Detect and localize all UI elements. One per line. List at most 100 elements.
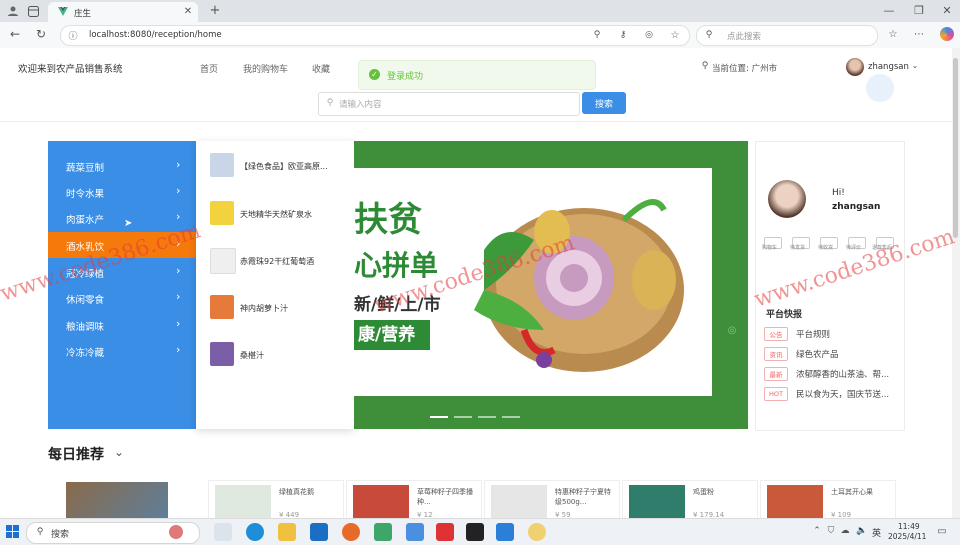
favorite-star-icon[interactable]: ☆ (669, 29, 681, 41)
app-icon[interactable] (374, 523, 392, 541)
nav-cart[interactable]: 我的购物车 (243, 62, 288, 75)
product-title: 特惠种籽子宁夏特级500g... (555, 488, 611, 506)
flyout-product[interactable]: 赤霞珠92干红葡萄酒 (210, 248, 350, 276)
category-item[interactable]: 冠冷绿植 › (48, 259, 196, 285)
key-icon[interactable]: ⚷ (617, 29, 629, 41)
intellij-idea-icon[interactable] (466, 523, 484, 541)
flyout-product[interactable]: 【绿色食品】欧亚高原... (210, 153, 350, 181)
chevron-right-icon: › (176, 290, 181, 303)
task-view-icon[interactable] (214, 523, 232, 541)
reload-icon[interactable]: ↻ (34, 27, 48, 41)
quick-label[interactable]: 待收货 (818, 244, 833, 251)
product-card[interactable]: 鸡蛋粉 ¥ 179.14 (622, 480, 758, 522)
windows-start-icon[interactable] (6, 525, 19, 541)
carousel-dot-active[interactable] (430, 416, 448, 418)
scrollbar-thumb[interactable] (953, 58, 958, 238)
chevron-down-icon[interactable]: ⌄ (112, 445, 126, 459)
notice-item[interactable]: 平台规则 (796, 328, 830, 340)
new-tab-icon[interactable]: + (208, 3, 222, 18)
network-tray-icon[interactable]: ☁ (840, 525, 850, 537)
category-item[interactable]: 蔬菜豆制 › (48, 153, 196, 179)
category-item[interactable]: 时令水果 › (48, 179, 196, 205)
copilot-icon[interactable] (940, 27, 954, 41)
category-label: 酒水乳饮 (66, 242, 105, 253)
browser-tab[interactable]: 庄生 ✕ (48, 2, 198, 22)
notice-tag: 公告 (764, 327, 788, 341)
product-card[interactable]: 草莓种籽子四季播种... ¥ 12 (346, 480, 482, 522)
user-avatar[interactable] (768, 180, 806, 218)
quick-label[interactable]: 退款售后 (872, 244, 892, 251)
workspaces-icon[interactable] (26, 4, 40, 18)
product-card[interactable]: 土耳其开心果 ¥ 109 (760, 480, 896, 522)
profile-icon[interactable] (6, 4, 20, 18)
flyout-product[interactable]: 神内胡萝卜汁 (210, 295, 350, 323)
user-card-name: zhangsan (832, 202, 881, 212)
product-image (353, 485, 409, 521)
maximize-icon[interactable]: ❐ (912, 3, 926, 17)
carousel-dot[interactable] (454, 416, 472, 418)
back-arrow-icon[interactable]: ← (8, 27, 22, 41)
notification-icon[interactable]: ▭ (936, 525, 948, 537)
ime-indicator[interactable]: 英 (872, 526, 881, 539)
security-tray-icon[interactable]: ⛉ (826, 525, 836, 537)
vegetable-basket-illustration (474, 199, 684, 372)
file-explorer-icon[interactable] (278, 523, 296, 541)
location-pin-icon[interactable]: ⚲ (591, 29, 603, 41)
taskbar-search-box[interactable]: ⚲ 搜索 (26, 522, 200, 544)
location-icon: ⚲ (701, 61, 709, 71)
minimize-icon[interactable]: — (882, 3, 896, 17)
product-card[interactable]: 特惠种籽子宁夏特级500g... ¥ 59 (484, 480, 620, 522)
category-item[interactable]: 粮油调味 › (48, 312, 196, 338)
featured-product-image[interactable] (66, 482, 168, 518)
chevron-right-icon: › (176, 184, 181, 197)
volume-icon[interactable]: 🔈 (856, 525, 868, 537)
tray-expand-icon[interactable]: ⌃ (812, 525, 822, 537)
carousel-dot[interactable] (502, 416, 520, 418)
header-username[interactable]: zhangsan (868, 62, 909, 72)
more-icon[interactable]: ⋯ (912, 27, 926, 41)
category-item[interactable]: 冷冻冷藏 › (48, 338, 196, 364)
vscode-icon[interactable] (496, 523, 514, 541)
clock-date[interactable]: 2025/4/11 (888, 532, 926, 541)
carousel-next-icon[interactable]: ◎ (726, 324, 738, 336)
floating-button[interactable] (866, 74, 894, 102)
notice-item[interactable]: 民以食为天，国庆节送... (796, 388, 898, 400)
url-bar[interactable]: ⓘ localhost:8080/reception/home ⚲ ⚷ ◎ ☆ (60, 25, 690, 46)
browser-search-box[interactable]: ⚲ 点此搜索 (696, 25, 878, 46)
carousel-dot[interactable] (478, 416, 496, 418)
close-window-icon[interactable]: ✕ (940, 3, 954, 17)
current-location: 当前位置: 广州市 (712, 64, 778, 74)
wps-office-icon[interactable] (436, 523, 454, 541)
notice-item[interactable]: 绿色农产品 (796, 348, 839, 360)
category-item[interactable]: 肉蛋水产 › (48, 205, 196, 231)
app-icon[interactable] (406, 523, 424, 541)
sync-icon[interactable]: ◎ (643, 29, 655, 41)
search-button[interactable]: 搜索 (582, 92, 626, 114)
clock-time[interactable]: 11:49 (898, 522, 920, 531)
edge-browser-icon[interactable] (246, 523, 264, 541)
chevron-down-icon[interactable]: ⌄ (910, 60, 920, 70)
flyout-product[interactable]: 天地精华天然矿泉水 (210, 201, 350, 229)
firefox-icon[interactable] (342, 523, 360, 541)
quick-label[interactable]: 购物车 (762, 244, 777, 251)
quick-label[interactable]: 待评价 (846, 244, 861, 251)
favorites-icon[interactable]: ☆ (886, 27, 900, 41)
info-icon[interactable]: ⓘ (67, 29, 79, 42)
chevron-right-icon: › (176, 317, 181, 330)
nav-home[interactable]: 首页 (200, 62, 218, 75)
search-input[interactable]: ⚲ 请输入内容 (318, 92, 580, 116)
notice-tag: 最新 (764, 367, 788, 381)
outlook-icon[interactable] (310, 523, 328, 541)
category-item-active[interactable]: 酒水乳饮 › (48, 232, 196, 258)
search-icon: ⚲ (326, 98, 334, 108)
notice-item[interactable]: 浓郁醇香的山茶油、帮... (796, 368, 898, 380)
user-avatar-small[interactable] (846, 58, 864, 76)
search-icon: ⚲ (36, 527, 44, 537)
close-tab-icon[interactable]: ✕ (182, 5, 194, 17)
quick-label[interactable]: 待发货 (790, 244, 805, 251)
category-item[interactable]: 休闲零食 › (48, 285, 196, 311)
product-card[interactable]: 绿植真花鹅 ¥ 449 (208, 480, 344, 522)
nav-favorites[interactable]: 收藏 (312, 62, 330, 75)
flyout-product[interactable]: 桑椹汁 (210, 342, 350, 370)
app-icon[interactable] (528, 523, 546, 541)
